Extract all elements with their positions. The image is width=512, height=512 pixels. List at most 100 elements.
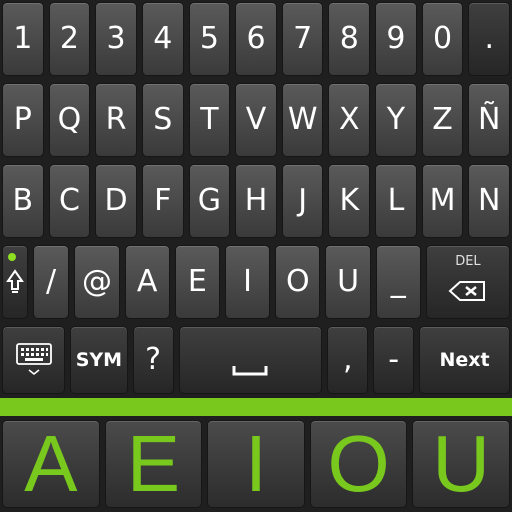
key-label: D xyxy=(104,183,128,218)
banner-letter: I xyxy=(244,419,268,508)
shift-arrow-icon xyxy=(5,269,24,293)
key-label: J xyxy=(298,183,308,218)
shift-indicator xyxy=(8,253,16,261)
key-label: H xyxy=(244,183,268,218)
key-2[interactable]: 2 xyxy=(48,2,91,76)
key-label: 2 xyxy=(59,21,79,56)
key-comma[interactable]: , xyxy=(327,326,369,394)
function-row: SYM ? , - Next xyxy=(0,326,512,394)
key-q[interactable]: Q xyxy=(48,83,91,157)
key-b[interactable]: B xyxy=(2,164,44,238)
key-label: / xyxy=(46,264,57,299)
key-label: @ xyxy=(81,264,112,299)
key-i[interactable]: I xyxy=(225,245,271,319)
key-label: 8 xyxy=(339,21,359,56)
keyboard-hide-key[interactable] xyxy=(2,326,66,394)
key-0[interactable]: 0 xyxy=(421,2,464,76)
key-label: SYM xyxy=(75,348,123,371)
sym-key[interactable]: SYM xyxy=(70,326,128,394)
banner-letter-a: A xyxy=(2,420,100,508)
key-x[interactable]: X xyxy=(328,83,371,157)
banner-letter-i: I xyxy=(207,420,305,508)
key-label: 3 xyxy=(106,21,126,56)
key-1[interactable]: 1 xyxy=(2,2,44,76)
space-key[interactable] xyxy=(178,326,323,394)
key-a[interactable]: A xyxy=(124,245,170,319)
key-6[interactable]: 6 xyxy=(235,2,277,76)
key-label: T xyxy=(200,102,219,137)
key-slash[interactable]: / xyxy=(32,245,70,319)
key-h[interactable]: H xyxy=(235,164,277,238)
key-3[interactable]: 3 xyxy=(95,2,137,76)
key-c[interactable]: C xyxy=(48,164,91,238)
key-label: K xyxy=(339,183,360,218)
key-label: - xyxy=(388,342,400,377)
key-s[interactable]: S xyxy=(141,83,184,157)
letter-row-2: B C D F G H J K L M N xyxy=(0,164,512,238)
banner-letter: O xyxy=(327,419,390,508)
space-bar-icon xyxy=(232,366,268,376)
key-z[interactable]: Z xyxy=(421,83,464,157)
key-m[interactable]: M xyxy=(421,164,464,238)
key-n[interactable]: N xyxy=(468,164,511,238)
key-g[interactable]: G xyxy=(188,164,231,238)
key-j[interactable]: J xyxy=(281,164,324,238)
key-label: , xyxy=(342,342,353,377)
key-label: Ñ xyxy=(478,102,501,137)
key-t[interactable]: T xyxy=(188,83,231,157)
key-y[interactable]: Y xyxy=(375,83,417,157)
key-9[interactable]: 9 xyxy=(375,2,417,76)
key-label: L xyxy=(387,183,405,218)
key-4[interactable]: 4 xyxy=(141,2,184,76)
key-u[interactable]: U xyxy=(325,245,371,319)
key-label: 0 xyxy=(433,21,453,56)
key-label: . xyxy=(484,21,494,56)
accent-bar xyxy=(0,398,512,416)
key-label: Z xyxy=(432,102,453,137)
key-f[interactable]: F xyxy=(141,164,184,238)
key-label: R xyxy=(105,102,127,137)
banner-letter: E xyxy=(126,419,181,508)
key-label: N xyxy=(478,183,501,218)
delete-label: DEL xyxy=(455,254,481,269)
key-enye[interactable]: Ñ xyxy=(468,83,511,157)
key-label: 5 xyxy=(199,21,219,56)
key-label: X xyxy=(339,102,360,137)
delete-key[interactable]: DEL xyxy=(425,245,510,319)
key-dash[interactable]: - xyxy=(373,326,415,394)
key-label: V xyxy=(245,102,267,137)
next-button[interactable]: Next xyxy=(419,326,510,394)
key-l[interactable]: L xyxy=(375,164,417,238)
key-v[interactable]: V xyxy=(235,83,277,157)
key-label: _ xyxy=(390,264,406,299)
key-at[interactable]: @ xyxy=(74,245,120,319)
key-label: P xyxy=(13,102,32,137)
key-w[interactable]: W xyxy=(281,83,324,157)
key-label: M xyxy=(429,183,456,218)
key-label: U xyxy=(337,264,360,299)
key-label: ? xyxy=(145,342,162,377)
key-p[interactable]: P xyxy=(2,83,44,157)
key-underscore[interactable]: _ xyxy=(375,245,421,319)
key-o[interactable]: O xyxy=(275,245,321,319)
key-7[interactable]: 7 xyxy=(281,2,324,76)
key-label: E xyxy=(187,264,207,299)
banner-letter-o: O xyxy=(309,419,408,508)
key-label: Q xyxy=(57,102,82,137)
key-e[interactable]: E xyxy=(174,245,220,319)
letter-row-1: P Q R S T V W X Y Z Ñ xyxy=(0,83,512,157)
key-label: S xyxy=(153,102,173,137)
key-8[interactable]: 8 xyxy=(328,2,371,76)
key-5[interactable]: 5 xyxy=(188,2,231,76)
banner-letter: A xyxy=(24,419,78,508)
key-question[interactable]: ? xyxy=(132,326,174,394)
key-label: A xyxy=(136,264,158,299)
key-label: F xyxy=(154,183,172,218)
key-k[interactable]: K xyxy=(328,164,371,238)
key-d[interactable]: D xyxy=(95,164,137,238)
key-r[interactable]: R xyxy=(95,83,137,157)
shift-key[interactable] xyxy=(2,245,28,319)
vowel-row: / @ A E I O U _ DEL xyxy=(0,245,512,319)
key-label: G xyxy=(197,183,221,218)
key-period[interactable]: . xyxy=(468,2,511,76)
